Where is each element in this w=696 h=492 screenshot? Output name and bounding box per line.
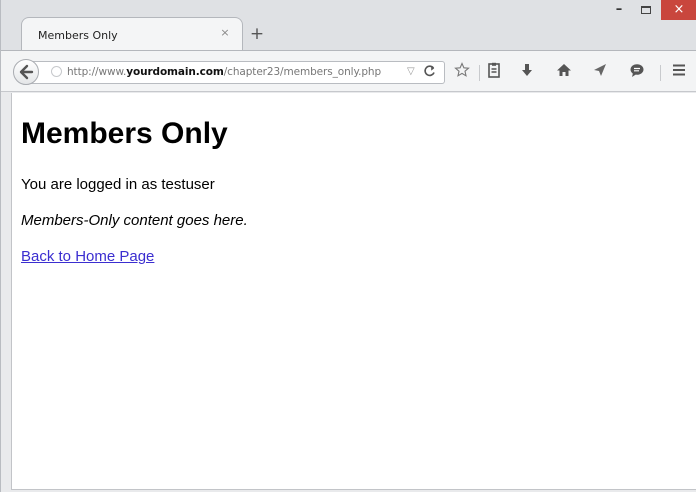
download-icon[interactable] bbox=[517, 62, 537, 82]
navigation-toolbar: http://www.yourdomain.com/chapter23/memb… bbox=[1, 50, 696, 92]
home-icon[interactable] bbox=[554, 62, 574, 82]
browser-window: Members Only × + – × http://www.yourdoma… bbox=[0, 0, 696, 492]
star-icon[interactable] bbox=[452, 62, 472, 82]
login-status-text: You are logged in as testuser bbox=[21, 176, 215, 193]
tab-members-only[interactable]: Members Only × bbox=[21, 17, 243, 50]
back-to-home-link[interactable]: Back to Home Page bbox=[21, 248, 154, 265]
page-title: Members Only bbox=[21, 117, 228, 150]
members-content-text: Members-Only content goes here. bbox=[21, 212, 248, 229]
toolbar-separator bbox=[479, 65, 480, 81]
page-content: Members Only You are logged in as testus… bbox=[11, 93, 696, 490]
new-tab-icon[interactable]: + bbox=[247, 24, 267, 44]
tab-close-icon[interactable]: × bbox=[218, 26, 232, 40]
share-icon[interactable] bbox=[590, 62, 610, 82]
site-identity-icon[interactable] bbox=[51, 66, 62, 77]
tab-title: Members Only bbox=[38, 29, 118, 42]
reload-icon[interactable] bbox=[423, 64, 436, 82]
reading-list-icon[interactable] bbox=[484, 62, 504, 82]
minimize-icon[interactable]: – bbox=[606, 0, 632, 20]
chat-icon[interactable] bbox=[627, 62, 647, 82]
address-bar[interactable]: http://www.yourdomain.com/chapter23/memb… bbox=[27, 61, 445, 84]
url-dropdown-icon[interactable]: ▽ bbox=[407, 66, 415, 77]
back-arrow-icon[interactable] bbox=[13, 59, 39, 85]
toolbar-separator bbox=[660, 65, 661, 81]
maximize-icon[interactable] bbox=[633, 0, 659, 20]
url-text[interactable]: http://www.yourdomain.com/chapter23/memb… bbox=[67, 66, 381, 78]
tab-strip: Members Only × + – × bbox=[1, 0, 696, 50]
menu-icon[interactable] bbox=[669, 62, 689, 82]
window-close-icon[interactable]: × bbox=[661, 0, 696, 20]
